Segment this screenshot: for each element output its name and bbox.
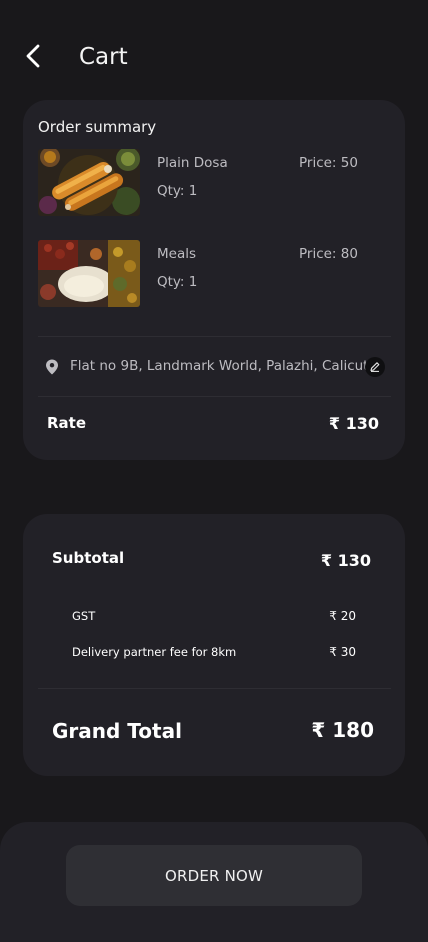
back-button[interactable] [20,40,48,72]
item-quantity: Qty: 1 [157,274,198,290]
item-name: Meals [157,246,197,262]
item-name: Plain Dosa [157,155,228,171]
cart-item-plain-dosa[interactable]: Plain Dosa Qty: 1 Price: 50 [38,149,393,217]
subtotal-value: ₹ 130 [320,551,371,570]
delivery-address: Flat no 9B, Landmark World, Palazhi, Cal… [70,358,369,374]
edit-address-button[interactable] [365,357,385,377]
item-price: Price: 50 [299,155,358,171]
rate-value: ₹ 130 [328,414,379,433]
rate-label: Rate [47,414,87,432]
plain-dosa-image [38,149,140,216]
order-summary-card: Order summary Plain Dosa Qty: 1 Price: 5… [23,100,405,460]
item-quantity: Qty: 1 [157,183,198,199]
meals-image [38,240,140,307]
divider [38,396,391,397]
item-price: Price: 80 [299,246,358,262]
location-pin-icon [46,359,58,375]
chevron-left-icon [26,44,40,68]
order-now-button[interactable]: ORDER NOW [66,845,362,906]
gst-label: GST [72,609,96,623]
divider [38,688,391,689]
divider [38,336,391,337]
pencil-edit-icon [370,362,380,372]
order-summary-title: Order summary [38,118,157,136]
checkout-footer: ORDER NOW [0,822,428,942]
delivery-fee-value: ₹ 30 [329,645,356,659]
subtotal-label: Subtotal [52,549,125,567]
grand-total-value: ₹ 180 [311,718,374,742]
app-header: Cart [0,0,428,110]
bill-totals-card: Subtotal ₹ 130 GST ₹ 20 Delivery partner… [23,514,405,776]
page-title: Cart [79,44,128,70]
cart-item-meals[interactable]: Meals Qty: 1 Price: 80 [38,240,393,308]
delivery-address-row: Flat no 9B, Landmark World, Palazhi, Cal… [38,353,391,381]
gst-value: ₹ 20 [329,609,356,623]
delivery-fee-label: Delivery partner fee for 8km [72,645,237,659]
grand-total-label: Grand Total [52,719,182,743]
